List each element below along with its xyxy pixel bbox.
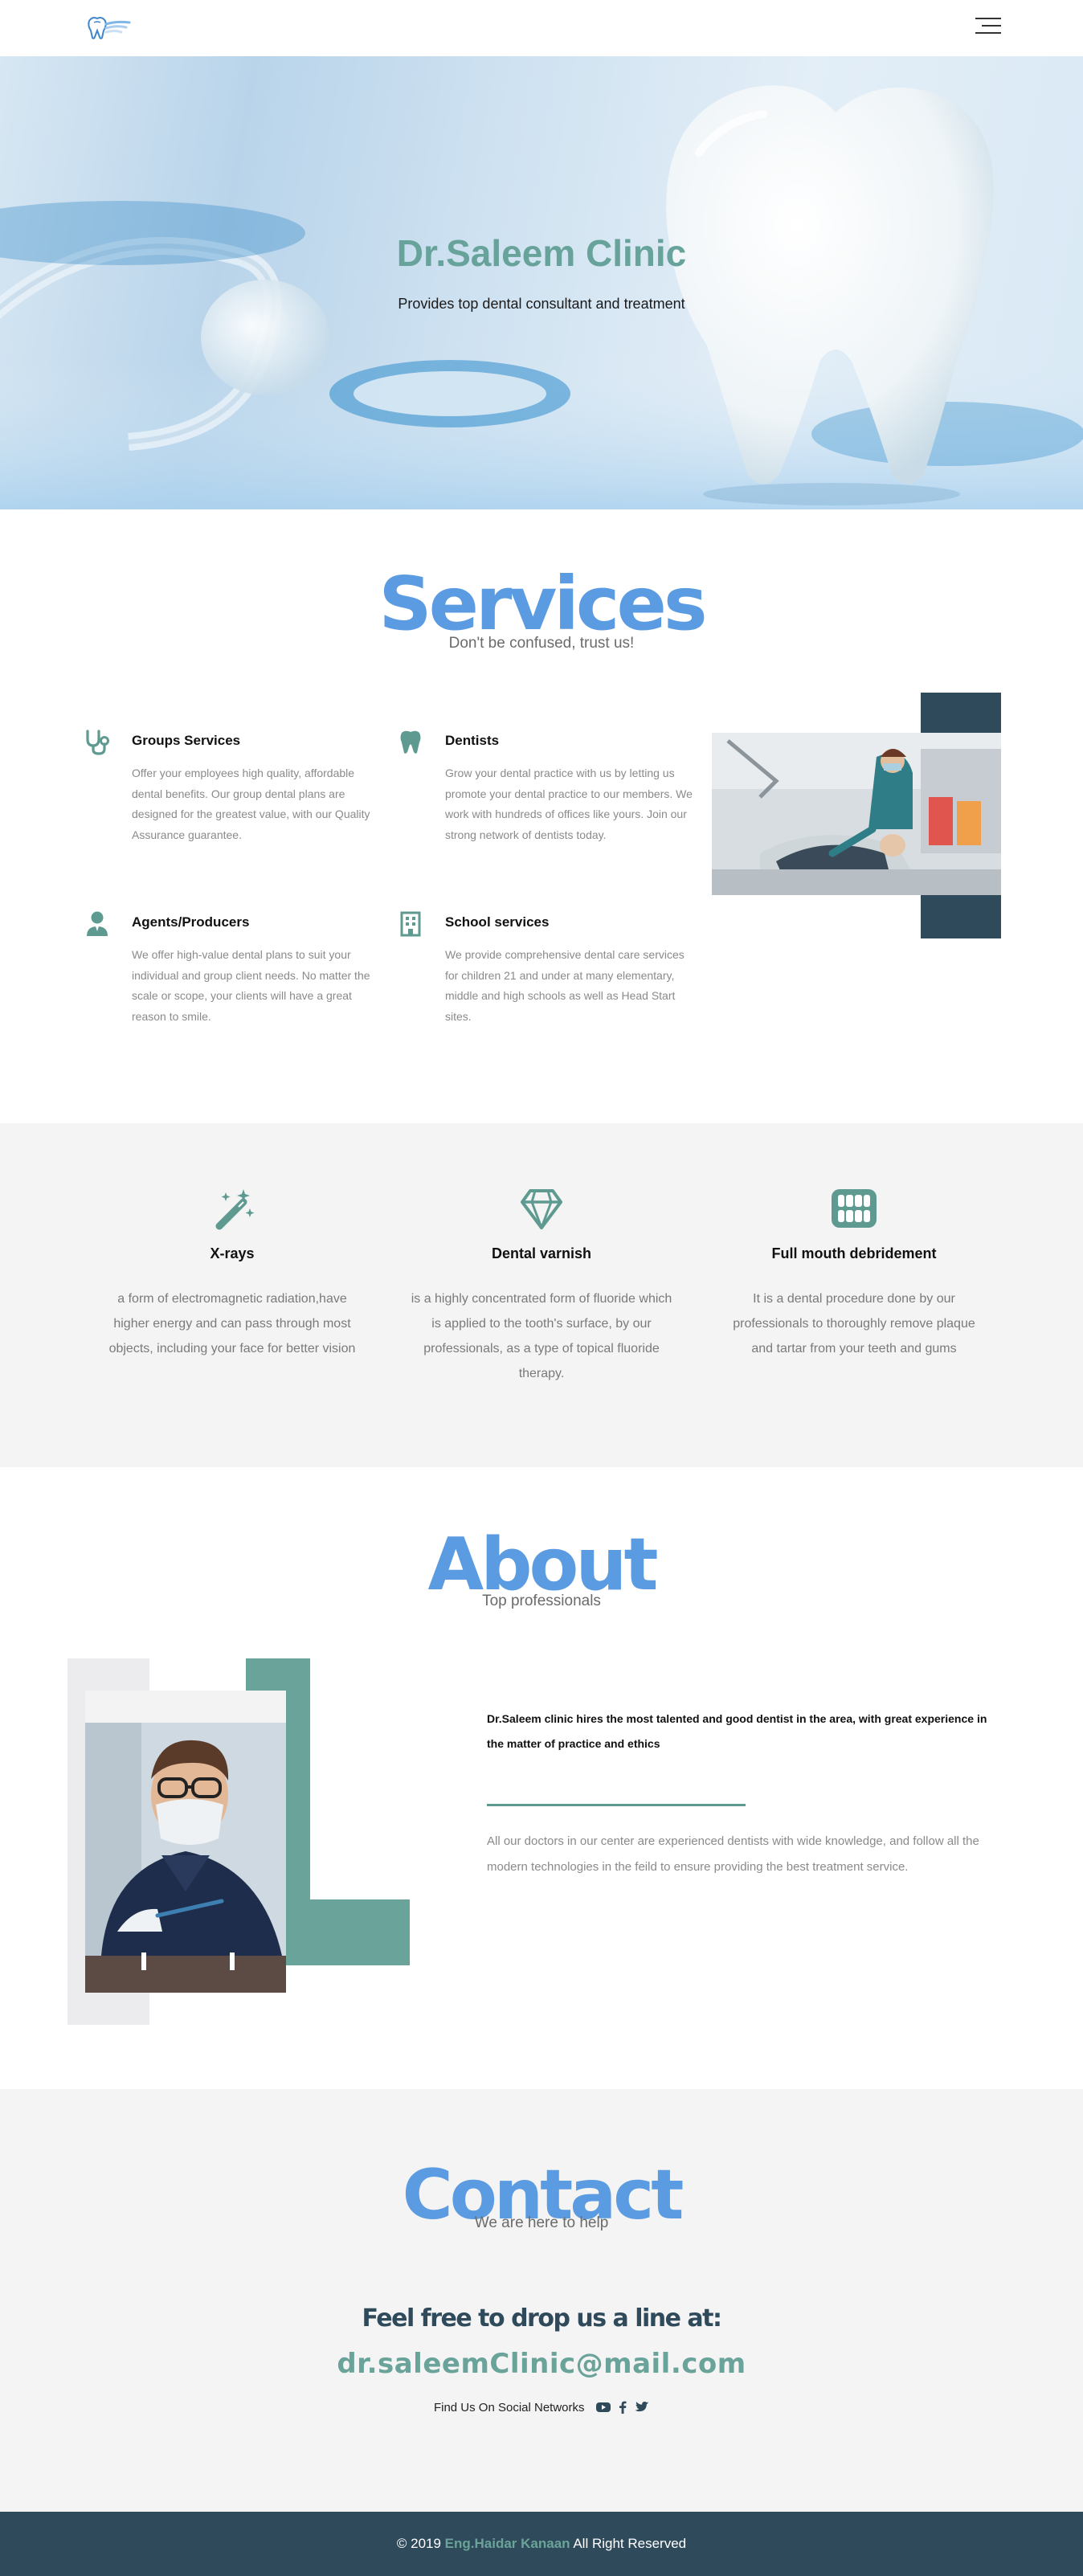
tooth-icon [400,730,421,754]
service-description: We provide comprehensive dental care ser… [445,948,685,1023]
top-navbar [0,0,1083,56]
about-photo-block [67,1658,410,2025]
hero-title: Dr.Saleem Clinic [396,232,687,274]
feature-title: X-rays [210,1245,255,1261]
feature-title: Full mouth debridement [771,1245,937,1261]
services-heading: Services [378,561,707,647]
footer: © 2019 Eng.Haidar Kanaan All Right Reser… [0,2512,1083,2576]
hero-banner: Dr.Saleem Clinic Provides top dental con… [0,56,1083,509]
dentist-portrait-photo [85,1691,286,1993]
hamburger-menu-icon[interactable] [975,18,1001,37]
about-body-text: All our doctors in our center are experi… [487,1834,979,1874]
feature-xrays: X-rays a form of electromagnetic radiati… [100,1184,365,1361]
services-subheading: Don't be confused, trust us! [448,635,635,652]
contact-subheading: We are here to help [474,2214,609,2231]
school-building-icon [400,911,421,937]
contact-section: Contact We are here to help Feel free to… [0,2089,1083,2512]
tooth-logo-icon[interactable] [84,14,133,40]
feature-full-mouth-debridement: Full mouth debridement It is a dental pr… [721,1184,987,1361]
copyright-suffix: All Right Reserved [573,2536,687,2551]
feature-description: a form of electromagnetic radiation,have… [108,1292,356,1355]
service-description: Offer your employees high quality, affor… [132,767,370,841]
decor-bar-bottom [921,895,1001,938]
feature-description: It is a dental procedure done by our pro… [733,1292,975,1355]
youtube-icon[interactable] [595,2401,611,2414]
hero-background-image [0,85,1083,509]
user-tie-icon [87,911,108,936]
teeth-icon [832,1189,877,1228]
contact-prompt: Feel free to drop us a line at: [362,2304,722,2333]
footer-copyright: © 2019 Eng.Haidar Kanaan All Right Reser… [0,2536,1083,2552]
about-divider [487,1804,746,1806]
author-link[interactable]: Eng.Haidar Kanaan [445,2536,570,2551]
social-label: Find Us On Social Networks [433,2401,585,2414]
twitter-icon[interactable] [635,2401,649,2414]
page: Dr.Saleem Clinic Provides top dental con… [0,0,1083,2576]
service-description: Grow your dental practice with us by let… [445,767,693,841]
service-title: Groups Services [132,733,241,748]
service-title: Dentists [445,733,500,748]
stethoscope-icon [86,730,109,755]
features-section: X-rays a form of electromagnetic radiati… [0,1123,1083,1467]
about-subheading: Top professionals [482,1593,601,1609]
diamond-icon [521,1189,562,1229]
service-title: Agents/Producers [132,914,250,930]
services-photo-block [712,693,1001,938]
hero-subtitle: Provides top dental consultant and treat… [398,296,685,312]
facebook-icon[interactable] [619,2401,627,2414]
feature-description: is a highly concentrated form of fluorid… [411,1292,672,1380]
feature-title: Dental varnish [491,1245,592,1261]
dentist-treating-patient-photo [712,733,1001,895]
service-description: We offer high-value dental plans to suit… [132,948,370,1023]
contact-email-link[interactable]: dr.saleemClinic@mail.com [0,2348,1083,2380]
social-networks-row: Find Us On Social Networks [0,2401,1083,2414]
decor-bar-top [921,693,1001,733]
copyright-prefix: © 2019 [396,2536,441,2551]
about-lead-text: Dr.Saleem clinic hires the most talented… [487,1712,987,1750]
magic-wand-icon [215,1189,255,1230]
service-title: School services [445,914,550,930]
feature-dental-varnish: Dental varnish is a highly concentrated … [409,1184,674,1386]
